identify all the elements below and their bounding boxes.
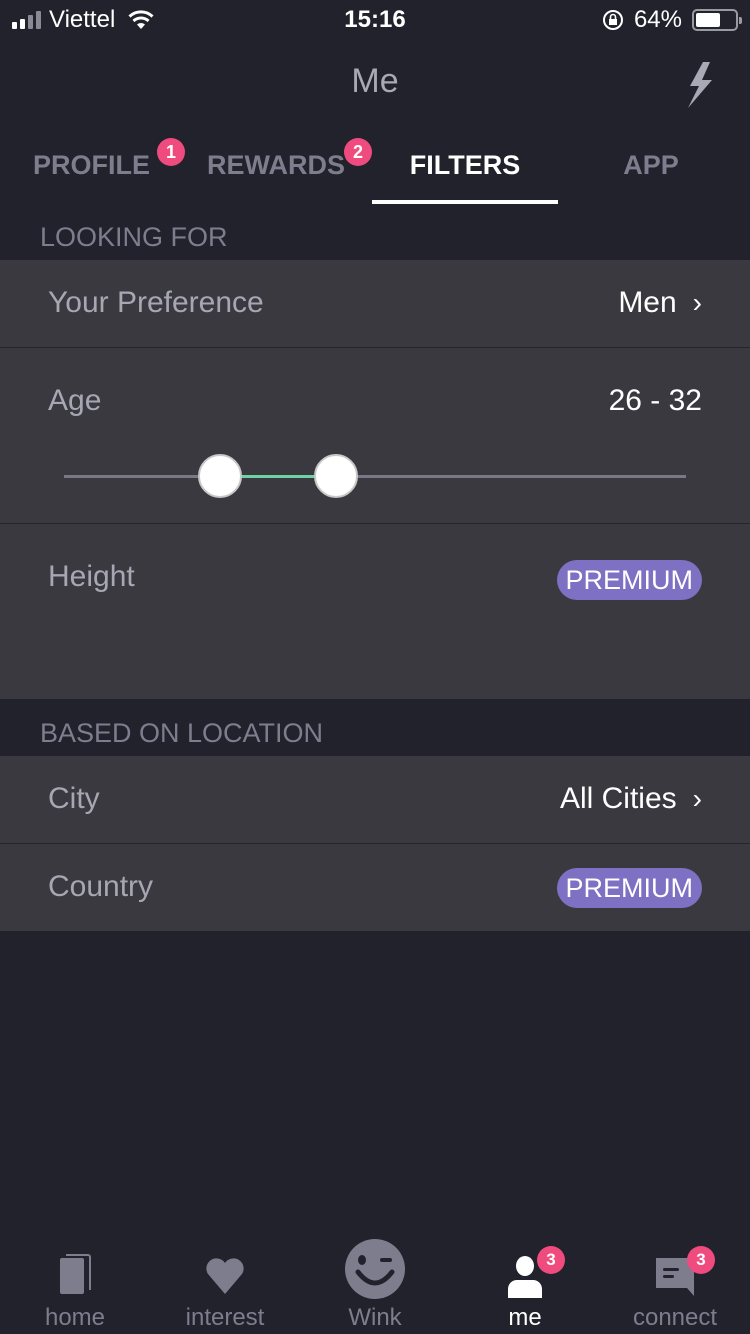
city-row[interactable]: City All Cities › bbox=[0, 756, 750, 844]
country-row[interactable]: Country PREMIUM bbox=[0, 844, 750, 931]
nav-interest-label: interest bbox=[185, 1304, 265, 1331]
city-label: City bbox=[48, 782, 100, 815]
page-title: Me bbox=[351, 62, 399, 100]
preference-value[interactable]: Men › bbox=[618, 286, 702, 320]
status-right: 64% bbox=[602, 6, 742, 34]
preference-row[interactable]: Your Preference Men › bbox=[0, 260, 750, 348]
bottom-nav: home interest Wink 3 me 3 connect bbox=[0, 1234, 750, 1334]
height-label: Height bbox=[48, 560, 135, 593]
location-panel: City All Cities › Country PREMIUM bbox=[0, 756, 750, 931]
status-bar: Viettel 15:16 64% bbox=[0, 0, 750, 40]
nav-wink-label: Wink bbox=[348, 1304, 402, 1331]
city-value[interactable]: All Cities › bbox=[560, 782, 702, 816]
connect-notification-badge: 3 bbox=[687, 1246, 715, 1274]
nav-home[interactable]: home bbox=[0, 1234, 150, 1334]
age-range-slider[interactable] bbox=[64, 454, 686, 498]
lightning-bolt-icon[interactable] bbox=[684, 62, 714, 108]
age-slider-max-handle[interactable] bbox=[314, 454, 359, 498]
battery-icon bbox=[692, 9, 742, 31]
rotation-lock-icon bbox=[602, 10, 623, 30]
tab-app[interactable]: APP bbox=[558, 150, 744, 181]
country-label: Country bbox=[48, 870, 154, 903]
profile-notification-badge: 1 bbox=[157, 138, 185, 166]
preference-value-text: Men bbox=[618, 286, 677, 319]
section-header-looking-for: LOOKING FOR bbox=[40, 222, 228, 252]
age-value: 26 - 32 bbox=[608, 384, 702, 417]
tab-rewards[interactable]: REWARDS bbox=[207, 150, 345, 181]
rewards-notification-badge: 2 bbox=[344, 138, 372, 166]
chevron-right-icon: › bbox=[692, 287, 702, 318]
nav-wink[interactable]: Wink bbox=[300, 1234, 450, 1334]
battery-percent: 64% bbox=[633, 6, 682, 33]
height-row[interactable]: Height PREMIUM bbox=[0, 524, 750, 699]
nav-me[interactable]: 3 me bbox=[450, 1234, 600, 1334]
age-label: Age bbox=[48, 384, 102, 417]
wink-face-icon bbox=[345, 1239, 405, 1299]
me-notification-badge: 3 bbox=[537, 1246, 565, 1274]
tab-bar: PROFILE 1 REWARDS 2 FILTERS APP bbox=[0, 130, 750, 206]
premium-badge[interactable]: PREMIUM bbox=[556, 868, 702, 908]
preference-label: Your Preference bbox=[48, 286, 264, 319]
tab-filters[interactable]: FILTERS bbox=[372, 150, 558, 181]
heart-icon bbox=[206, 1258, 244, 1294]
nav-connect[interactable]: 3 connect bbox=[600, 1234, 750, 1334]
active-tab-indicator bbox=[372, 200, 558, 204]
premium-badge[interactable]: PREMIUM bbox=[556, 560, 702, 600]
nav-interest[interactable]: interest bbox=[150, 1234, 300, 1334]
section-header-based-on-location: BASED ON LOCATION bbox=[40, 718, 324, 748]
age-row: Age 26 - 32 bbox=[0, 348, 750, 524]
nav-home-label: home bbox=[44, 1304, 106, 1331]
city-value-text: All Cities bbox=[559, 782, 677, 815]
nav-me-label: me bbox=[508, 1304, 542, 1331]
chevron-right-icon: › bbox=[692, 783, 702, 814]
nav-connect-label: connect bbox=[632, 1304, 718, 1331]
looking-for-panel: Your Preference Men › Age 26 - 32 Height… bbox=[0, 260, 750, 699]
tab-profile[interactable]: PROFILE bbox=[33, 150, 150, 181]
cards-icon bbox=[60, 1254, 91, 1294]
age-slider-min-handle[interactable] bbox=[197, 454, 242, 498]
